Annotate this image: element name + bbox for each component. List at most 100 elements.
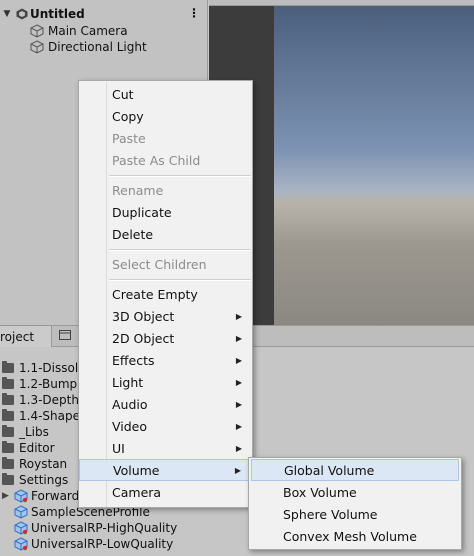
unity-scene-icon	[16, 8, 28, 20]
menu-item-label: Audio	[112, 396, 148, 412]
project-item-label: 1.3-Depth	[19, 393, 79, 407]
menu-item-light[interactable]: Light ▶	[79, 371, 252, 393]
menu-item-label: Volume	[113, 462, 160, 478]
asset-cube-icon	[14, 505, 28, 519]
submenu-item-convex-mesh-volume[interactable]: Convex Mesh Volume	[251, 525, 459, 547]
project-folder-settings[interactable]: Settings	[0, 472, 68, 488]
submenu-item-sphere-volume[interactable]: Sphere Volume	[251, 503, 459, 525]
menu-separator	[109, 249, 251, 251]
folder-icon	[2, 393, 14, 405]
project-folder-roystan[interactable]: Roystan	[0, 456, 67, 472]
submenu-arrow-icon: ▶	[235, 421, 242, 431]
menu-item-camera[interactable]: Camera	[79, 481, 252, 503]
volume-submenu: Global Volume Box Volume Sphere Volume C…	[248, 457, 462, 550]
menu-item-volume[interactable]: Volume ▶	[79, 459, 252, 481]
menu-item-label: 3D Object	[112, 308, 175, 324]
project-asset-forward[interactable]: ▶ Forward	[0, 488, 79, 504]
folder-icon	[2, 441, 14, 453]
menu-item-rename[interactable]: Rename	[79, 179, 252, 201]
folder-icon	[2, 361, 14, 373]
asset-cube-icon	[14, 521, 28, 535]
project-folder-1-4[interactable]: 1.4-Shape	[0, 408, 80, 424]
asset-cube-icon	[14, 537, 28, 551]
menu-item-label: 2D Object	[112, 330, 175, 346]
menu-item-paste[interactable]: Paste	[79, 127, 252, 149]
menu-item-label: UI	[112, 440, 125, 456]
submenu-item-box-volume[interactable]: Box Volume	[251, 481, 459, 503]
submenu-item-label: Sphere Volume	[283, 506, 378, 522]
tab-project-label: roject	[0, 330, 35, 344]
menu-item-label: Duplicate	[112, 204, 172, 220]
menu-item-label: Paste As Child	[112, 152, 201, 168]
folder-icon	[2, 409, 14, 421]
project-asset-urp-low[interactable]: UniversalRP-LowQuality	[0, 536, 173, 552]
submenu-arrow-icon: ▶	[235, 377, 242, 387]
project-item-label: 1.2-Bump	[19, 377, 78, 391]
menu-item-label: Video	[112, 418, 148, 434]
submenu-item-label: Box Volume	[283, 484, 357, 500]
menu-item-effects[interactable]: Effects ▶	[79, 349, 252, 371]
expand-arrow-icon[interactable]: ▶	[2, 491, 9, 501]
console-icon	[59, 330, 71, 340]
project-item-label: Roystan	[19, 457, 68, 471]
menu-item-3d-object[interactable]: 3D Object ▶	[79, 305, 252, 327]
project-item-label: UniversalRP-HighQuality	[31, 521, 178, 535]
menu-item-label: Camera	[112, 484, 162, 500]
submenu-arrow-icon: ▶	[235, 443, 242, 453]
menu-item-paste-as-child[interactable]: Paste As Child	[79, 149, 252, 171]
project-item-label: Forward	[31, 489, 80, 503]
hierarchy-item-main-camera[interactable]: Main Camera	[30, 23, 128, 39]
menu-separator	[109, 175, 251, 177]
menu-item-select-children[interactable]: Select Children	[79, 253, 252, 275]
project-asset-urp-high[interactable]: UniversalRP-HighQuality	[0, 520, 177, 536]
project-item-label: UniversalRP-LowQuality	[31, 537, 174, 551]
project-folder-1-1[interactable]: 1.1-Dissolv	[0, 360, 85, 376]
menu-item-duplicate[interactable]: Duplicate	[79, 201, 252, 223]
submenu-arrow-icon: ▶	[234, 465, 241, 475]
menu-item-create-empty[interactable]: Create Empty	[79, 283, 252, 305]
submenu-item-label: Global Volume	[284, 462, 375, 478]
submenu-arrow-icon: ▶	[235, 311, 242, 321]
menu-item-label: Light	[112, 374, 144, 390]
hierarchy-item-directional-light[interactable]: Directional Light	[30, 39, 147, 55]
gameobject-cube-icon	[30, 24, 44, 38]
menu-item-label: Create Empty	[112, 286, 198, 302]
project-folder-1-3[interactable]: 1.3-Depth	[0, 392, 79, 408]
scene-root-row[interactable]: ▼ Untitled ⋮	[0, 6, 208, 22]
tab-console[interactable]	[53, 326, 81, 347]
submenu-arrow-icon: ▶	[235, 399, 242, 409]
kebab-dots-icon[interactable]: ⋮	[188, 6, 200, 20]
menu-item-ui[interactable]: UI ▶	[79, 437, 252, 459]
project-item-label: Editor	[19, 441, 55, 455]
submenu-arrow-icon: ▶	[235, 333, 242, 343]
menu-item-label: Paste	[112, 130, 146, 146]
menu-item-copy[interactable]: Copy	[79, 105, 252, 127]
menu-item-video[interactable]: Video ▶	[79, 415, 252, 437]
submenu-item-global-volume[interactable]: Global Volume	[251, 459, 459, 481]
menu-item-label: Copy	[112, 108, 144, 124]
tab-project[interactable]: roject	[0, 326, 52, 347]
menu-item-label: Delete	[112, 226, 154, 242]
menu-item-audio[interactable]: Audio ▶	[79, 393, 252, 415]
context-menu: Cut Copy Paste Paste As Child Rename Dup…	[78, 80, 253, 508]
submenu-item-label: Convex Mesh Volume	[283, 528, 417, 544]
menu-item-delete[interactable]: Delete	[79, 223, 252, 245]
folder-icon	[2, 457, 14, 469]
project-folder-1-2[interactable]: 1.2-Bump	[0, 376, 77, 392]
scene-title: Untitled	[30, 7, 85, 21]
project-item-label: _Libs	[19, 425, 49, 439]
expand-arrow-icon[interactable]: ▼	[0, 9, 14, 19]
hierarchy-item-label: Directional Light	[48, 40, 147, 54]
menu-item-cut[interactable]: Cut	[79, 83, 252, 105]
menu-separator	[109, 279, 251, 281]
hierarchy-item-label: Main Camera	[48, 24, 128, 38]
project-folder-libs[interactable]: _Libs	[0, 424, 49, 440]
project-folder-editor[interactable]: Editor	[0, 440, 55, 456]
gameobject-cube-icon	[30, 40, 44, 54]
menu-item-2d-object[interactable]: 2D Object ▶	[79, 327, 252, 349]
folder-icon	[2, 377, 14, 389]
menu-item-label: Effects	[112, 352, 155, 368]
project-item-label: 1.4-Shape	[19, 409, 80, 423]
folder-icon	[2, 473, 14, 485]
project-item-label: 1.1-Dissolv	[19, 361, 86, 375]
